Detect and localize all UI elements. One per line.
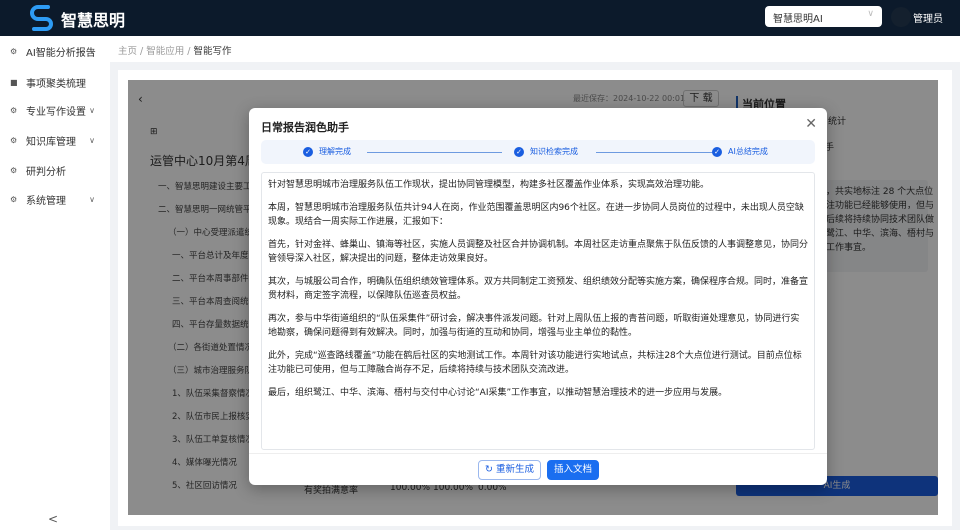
breadcrumb-current: 智能写作 [193,46,232,57]
dialog-title: 日常报告润色助手 [261,121,349,134]
paragraph: 针对智慧思明城市治理服务队伍工作现状，提出协同管理模型，构建多社区覆盖作业体系，… [268,180,710,190]
check-circle-icon: ✓ [303,146,313,157]
check-circle-icon: ✓ [712,146,722,157]
progress-steps: ✓ 理解完成 ✓ 知识检索完成 ✓ AI总结完成 [261,140,815,164]
sidebar-item-ai-report[interactable]: ⚙ AI智能分析报告 ∨ [10,41,105,61]
sidebar-item-label: 知识库管理 [26,136,76,148]
sidebar-item-knowledge-base[interactable]: ⚙ 知识库管理 ∨ [10,130,105,150]
step-summary: ✓ AI总结完成 [712,146,768,157]
dialog-footer: ↻ 重新生成 插入文档 [249,453,827,485]
breadcrumb: 主页 / 智能应用 / 智能写作 [110,36,960,62]
gear-icon: ⚙ [10,105,18,115]
sidebar-item-writing-settings[interactable]: ⚙ 专业写作设置 ∨ [10,100,105,120]
chevron-down-icon: ∨ [89,194,95,204]
gear-icon: ⚙ [10,135,18,145]
breadcrumb-apps[interactable]: 智能应用 [146,46,184,57]
step-understand: ✓ 理解完成 [303,146,351,157]
refresh-icon: ↻ [485,464,496,475]
paragraph: 此外，完成“巡查路线覆盖”功能在鹤后社区的实地测试工作。本周针对该功能进行实地试… [268,351,802,375]
square-icon: ■ [10,77,18,87]
avatar[interactable] [891,7,911,27]
close-icon[interactable]: ✕ [805,116,817,132]
sidebar-item-label: 系统管理 [26,195,66,207]
chevron-down-icon: ∨ [89,135,95,145]
step-label: 知识检索完成 [530,147,578,156]
sidebar-item-label: 研判分析 [26,166,66,178]
breadcrumb-home[interactable]: 主页 [118,46,137,57]
collapse-sidebar-icon[interactable]: < [48,512,58,526]
sidebar: ⚙ AI智能分析报告 ∨ ■ 事项聚类梳理 ⚙ 专业写作设置 ∨ ⚙ 知识库管理 ∨ ⚙ 研判分… [0,36,110,530]
sidebar-item-label: 专业写作设置 [26,106,86,118]
insert-document-button[interactable]: 插入文档 [547,460,599,480]
step-label: 理解完成 [319,147,351,156]
sidebar-item-label: 事项聚类梳理 [26,78,86,90]
paragraph: 再次，参与中华街道组织的“队伍采集件”研讨会，解决事件派发问题。针对上周队伍上报… [268,314,800,338]
gear-icon: ⚙ [10,46,18,56]
chevron-down-icon: ∨ [89,105,95,115]
brand-name: 智慧思明 [61,11,126,30]
step-connector [596,152,721,153]
check-circle-icon: ✓ [514,146,524,157]
sidebar-item-system[interactable]: ⚙ 系统管理 ∨ [10,189,105,209]
model-select-value: 智慧思明AI [773,14,823,25]
polish-assistant-dialog: 日常报告润色助手 ✕ ✓ 理解完成 ✓ 知识检索完成 ✓ AI总结完成 针对智慧思明城… [249,108,827,485]
paragraph: 最后，组织鹭江、中华、滨海、梧村与交付中心讨论“AI采集”工作事宜，以推动智慧治… [268,388,728,398]
generated-text-area[interactable]: 针对智慧思明城市治理服务队伍工作现状，提出协同管理模型，构建多社区覆盖作业体系，… [261,172,815,450]
chevron-down-icon: ∨ [89,46,95,56]
sidebar-item-clustering[interactable]: ■ 事项聚类梳理 [10,72,105,92]
chevron-down-icon: ∨ [867,9,874,19]
gear-icon: ⚙ [10,194,18,204]
logo-icon [30,5,53,31]
user-name[interactable]: 管理员 [913,10,943,25]
step-connector [367,152,502,153]
sidebar-item-label: AI智能分析报告 [26,47,96,59]
paragraph: 本周，智慧思明城市治理服务队伍共计94人在岗，作业范围覆盖思明区内96个社区。在… [268,203,804,227]
model-select[interactable]: 智慧思明AI ∨ [765,6,882,27]
gear-icon: ⚙ [10,165,18,175]
paragraph: 其次，与城服公司合作，明确队伍组织绩效管理体系。双方共同制定工资预发、组织绩效分… [268,277,809,301]
sidebar-item-analysis[interactable]: ⚙ 研判分析 [10,160,105,180]
step-label: AI总结完成 [728,147,768,156]
top-header: 智慧思明 智慧思明AI ∨ 管理员 [0,0,960,36]
step-retrieval: ✓ 知识检索完成 [514,146,578,157]
paragraph: 首先，针对金祥、蜂巢山、镇海等社区，实施人员调整及社区合并协调机制。本周社区走访… [268,240,809,264]
regenerate-label: 重新生成 [495,464,534,475]
regenerate-button[interactable]: ↻ 重新生成 [478,460,541,480]
